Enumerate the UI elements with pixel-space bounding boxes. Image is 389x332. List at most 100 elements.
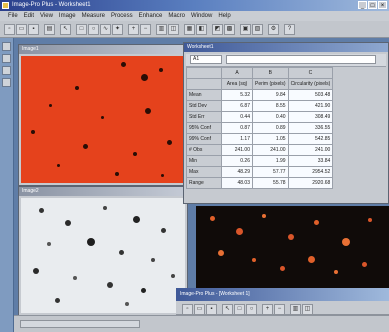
help-icon[interactable]: ? [284,24,295,35]
tool-measure-icon[interactable] [2,78,11,87]
row-label[interactable]: Min [186,155,222,167]
table-cell[interactable]: 308.49 [287,111,334,123]
save-icon[interactable]: ▪ [28,24,39,35]
table-cell[interactable]: 9.84 [252,89,289,101]
measure-icon[interactable]: ◫ [168,24,179,35]
row-label[interactable]: # Obs [186,144,222,156]
tool-line-icon[interactable] [2,54,11,63]
new-file-icon[interactable]: ▫ [182,304,193,315]
header-circularity[interactable]: Circularity (pixels) [287,78,334,90]
table-cell[interactable]: 48.03 [221,177,253,189]
zoom-out-icon[interactable]: − [140,24,151,35]
table-cell[interactable]: 2920.68 [287,177,334,189]
table-cell[interactable]: 5.32 [221,89,253,101]
table-cell[interactable]: 1.05 [252,133,289,145]
header-perimeter[interactable]: Perim (pixels) [252,78,289,90]
open-folder-icon[interactable]: ▭ [194,304,205,315]
minimize-button[interactable]: _ [358,1,367,9]
table-cell[interactable]: 48.29 [221,166,253,178]
measure-icon[interactable]: ◫ [302,304,313,315]
rectangle-select-icon[interactable]: □ [234,304,245,315]
table-cell[interactable]: 1.17 [221,133,253,145]
histogram-icon[interactable]: ▥ [156,24,167,35]
ellipse-select-icon[interactable]: ○ [246,304,257,315]
tool-text-icon[interactable] [2,66,11,75]
menu-macro[interactable]: Macro [168,11,185,21]
table-cell[interactable]: 0.44 [221,111,253,123]
table-cell[interactable]: 241.00 [252,144,289,156]
table-cell[interactable]: 0.87 [221,122,253,134]
row-label[interactable]: 99% Conf [186,133,222,145]
table-cell[interactable]: 542.85 [287,133,334,145]
table-cell[interactable]: 241.00 [221,144,253,156]
macro-icon[interactable]: ▣ [240,24,251,35]
table-cell[interactable]: 0.40 [252,111,289,123]
row-label[interactable]: Max [186,166,222,178]
second-app-titlebar[interactable]: Image-Pro Plus - [Worksheet 1] [176,288,389,301]
table-cell[interactable]: 33.84 [287,155,334,167]
menu-process[interactable]: Process [111,11,133,21]
table-cell[interactable]: 8.55 [252,100,289,112]
table-cell[interactable]: 6.87 [221,100,253,112]
table-cell[interactable]: 1.99 [252,155,289,167]
menu-file[interactable]: File [8,11,18,21]
gray-image-titlebar[interactable]: Image2 [19,187,187,196]
menu-image[interactable]: Image [59,11,76,21]
rectangle-select-icon[interactable]: □ [76,24,87,35]
formula-input[interactable] [226,55,376,64]
pointer-tool-icon[interactable]: ↖ [222,304,233,315]
report-icon[interactable]: ▧ [252,24,263,35]
cell-reference-field[interactable]: A1 [190,55,222,64]
table-cell[interactable]: 421.90 [287,100,334,112]
table-cell[interactable]: 336.55 [287,122,334,134]
menu-view[interactable]: View [40,11,53,21]
save-icon[interactable]: ▪ [206,304,217,315]
maximize-button[interactable]: □ [368,1,377,9]
tool-select-icon[interactable] [2,42,11,51]
print-icon[interactable]: ▤ [44,24,55,35]
dark-image-canvas[interactable] [196,206,389,288]
menu-help[interactable]: Help [218,11,230,21]
grid-icon[interactable]: ▩ [224,24,235,35]
menu-measure[interactable]: Measure [82,11,105,21]
filter-icon[interactable]: ◧ [196,24,207,35]
table-cell[interactable]: 2954.52 [287,166,334,178]
table-cell[interactable]: 0.26 [221,155,253,167]
dark-image-window[interactable] [196,206,389,288]
row-label[interactable]: Mean [186,89,222,101]
red-image-canvas[interactable] [21,56,185,183]
column-letter-c[interactable]: C [287,67,334,79]
gray-image-canvas[interactable] [21,198,185,313]
wand-icon[interactable]: ✦ [112,24,123,35]
row-label[interactable]: Range [186,177,222,189]
row-label[interactable]: Std Err [186,111,222,123]
settings-icon[interactable]: ⚙ [268,24,279,35]
zoom-out-icon[interactable]: − [274,304,285,315]
header-area[interactable]: Area (sq) [221,78,253,90]
new-file-icon[interactable]: ▫ [4,24,15,35]
pointer-tool-icon[interactable]: ↖ [60,24,71,35]
column-letter-b[interactable]: B [252,67,289,79]
count-icon[interactable]: ▦ [184,24,195,35]
table-cell[interactable]: 241.00 [287,144,334,156]
open-folder-icon[interactable]: ▭ [16,24,27,35]
table-cell[interactable]: 503.48 [287,89,334,101]
zoom-in-icon[interactable]: + [262,304,273,315]
gray-image-window[interactable]: Image2 [18,186,188,316]
red-image-titlebar[interactable]: Image1 [19,45,187,54]
freehand-select-icon[interactable]: ∿ [100,24,111,35]
row-label[interactable]: Std Dev [186,100,222,112]
menu-window[interactable]: Window [191,11,212,21]
close-button[interactable]: × [378,1,387,9]
table-cell[interactable]: 0.89 [252,122,289,134]
table-cell[interactable]: 55.78 [252,177,289,189]
column-letter-a[interactable]: A [221,67,253,79]
zoom-in-icon[interactable]: + [128,24,139,35]
histogram-icon[interactable]: ▥ [290,304,301,315]
worksheet-window[interactable]: Worksheet1 A1 A B C Area (sq) Perim (pix… [183,42,389,204]
ellipse-select-icon[interactable]: ○ [88,24,99,35]
worksheet-titlebar[interactable]: Worksheet1 [184,43,388,52]
row-label[interactable]: 95% Conf [186,122,222,134]
menu-edit[interactable]: Edit [24,11,34,21]
color-icon[interactable]: ◩ [212,24,223,35]
